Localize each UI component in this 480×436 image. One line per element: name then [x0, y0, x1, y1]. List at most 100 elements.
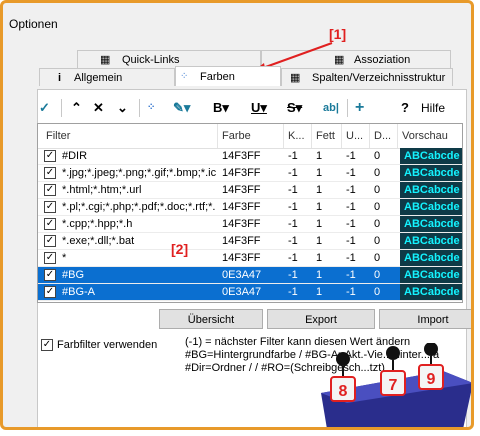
cell-strike: 0: [374, 235, 381, 247]
mascot-number: 9: [427, 371, 436, 388]
col-color[interactable]: Farbe: [218, 124, 284, 148]
row-checkbox[interactable]: ✓: [44, 235, 56, 247]
annotation-2: [2]: [171, 241, 189, 257]
cell-filter: #BG-A: [62, 286, 96, 298]
quick-links-icon: ▦: [100, 54, 111, 66]
cell-underline: -1: [346, 235, 356, 247]
cell-italic: -1: [288, 218, 298, 230]
cell-bold: 1: [316, 201, 323, 213]
strikethrough-icon[interactable]: S▾: [287, 97, 302, 119]
cell-color: 14F3FF: [222, 218, 261, 230]
cell-color: 14F3FF: [222, 235, 261, 247]
cell-color: 14F3FF: [222, 184, 261, 196]
delete-icon[interactable]: ✕: [93, 97, 104, 119]
table-row[interactable]: ✓ *.html;*.htm;*.url 14F3FF -1 1 -1 0 ABCabcde: [38, 182, 462, 199]
table-row[interactable]: ✓ #BG-A 0E3A47 -1 1 -1 0 ABCabcde: [38, 284, 462, 301]
col-italic[interactable]: K...: [284, 124, 312, 148]
table-row[interactable]: ✓ * 14F3FF -1 1 -1 0 ABCabcde: [38, 250, 462, 267]
help-button[interactable]: Hilfe: [421, 97, 445, 119]
cell-color: 14F3FF: [222, 150, 261, 162]
cell-strike: 0: [374, 218, 381, 230]
use-filter-label: Farbfilter verwenden: [57, 339, 158, 351]
cell-strike: 0: [374, 286, 381, 298]
cell-filter: #DIR: [62, 150, 88, 162]
cell-preview: ABCabcde: [400, 165, 462, 181]
mascot-number: 8: [339, 383, 348, 400]
table-row[interactable]: ✓ *.cpp;*.hpp;*.h 14F3FF -1 1 -1 0 ABCabcde: [38, 216, 462, 233]
options-window: Optionen ▦ Quick-Links ▦ Assoziation i A…: [0, 0, 474, 430]
toolbar-separator: [347, 99, 348, 117]
color-pen-icon[interactable]: ✎▾: [173, 97, 190, 119]
move-up-icon[interactable]: ⌃: [71, 97, 82, 119]
window-title: Optionen: [9, 17, 58, 31]
tab-label: Assoziation: [354, 54, 411, 66]
cell-filter: *.html;*.htm;*.url: [62, 184, 142, 196]
move-down-icon[interactable]: ⌄: [117, 97, 128, 119]
cell-preview: ABCabcde: [400, 182, 462, 198]
cell-underline: -1: [346, 269, 356, 281]
underline-icon[interactable]: U▾: [251, 97, 267, 119]
palette-icon[interactable]: ⁘: [147, 97, 155, 119]
col-preview[interactable]: Vorschau: [398, 124, 462, 148]
col-underline[interactable]: U...: [342, 124, 370, 148]
cell-strike: 0: [374, 201, 381, 213]
cell-italic: -1: [288, 286, 298, 298]
cell-preview: ABCabcde: [400, 148, 462, 164]
export-button[interactable]: Export: [267, 309, 375, 329]
col-bold[interactable]: Fett: [312, 124, 342, 148]
row-checkbox[interactable]: ✓: [44, 252, 56, 264]
bold-icon[interactable]: B▾: [213, 97, 229, 119]
cell-italic: -1: [288, 184, 298, 196]
cell-bold: 1: [316, 150, 323, 162]
cell-underline: -1: [346, 184, 356, 196]
import-button[interactable]: Import: [379, 309, 471, 329]
use-filter-checkbox[interactable]: ✓: [41, 339, 53, 351]
table-row[interactable]: ✓ #BG 0E3A47 -1 1 -1 0 ABCabcde: [38, 267, 462, 284]
table-row[interactable]: ✓ *.pl;*.cgi;*.php;*.pdf;*.doc;*.rtf;*...…: [38, 199, 462, 216]
tab-label: Farben: [200, 71, 235, 83]
help-icon[interactable]: ?: [401, 97, 409, 119]
info-icon: i: [58, 72, 62, 84]
table-row[interactable]: ✓ *.jpg;*.jpeg;*.png;*.gif;*.bmp;*.ico 14F…: [38, 165, 462, 182]
tab-general[interactable]: i Allgemein: [39, 68, 175, 86]
row-checkbox[interactable]: ✓: [44, 201, 56, 213]
col-filter[interactable]: Filter: [38, 124, 218, 148]
filter-table: Filter Farbe K... Fett U... D... Vorscha…: [37, 123, 463, 303]
cell-underline: -1: [346, 167, 356, 179]
mascot-number: 7: [389, 377, 398, 394]
cell-filter: *.cpp;*.hpp;*.h: [62, 218, 133, 230]
cell-underline: -1: [346, 286, 356, 298]
colors-icon: ⁘: [180, 71, 189, 82]
cell-filter: *: [62, 252, 67, 264]
row-checkbox[interactable]: ✓: [44, 184, 56, 196]
cell-italic: -1: [288, 150, 298, 162]
cell-underline: -1: [346, 150, 356, 162]
cell-bold: 1: [316, 252, 323, 264]
row-checkbox[interactable]: ✓: [44, 286, 56, 298]
cell-color: 14F3FF: [222, 252, 261, 264]
cell-underline: -1: [346, 201, 356, 213]
cell-italic: -1: [288, 269, 298, 281]
overview-button[interactable]: Übersicht: [159, 309, 263, 329]
text-color-icon[interactable]: ab|: [323, 97, 339, 119]
cell-filter: #BG: [62, 269, 85, 281]
cell-preview: ABCabcde: [400, 233, 462, 249]
row-checkbox[interactable]: ✓: [44, 269, 56, 281]
table-row[interactable]: ✓ *.exe;*.dll;*.bat 14F3FF -1 1 -1 0 ABCabcde: [38, 233, 462, 250]
cell-strike: 0: [374, 184, 381, 196]
row-checkbox[interactable]: ✓: [44, 167, 56, 179]
cell-filter: *.jpg;*.jpeg;*.png;*.gif;*.bmp;*.ico: [62, 167, 216, 179]
row-checkbox[interactable]: ✓: [44, 150, 56, 162]
cell-filter: *.exe;*.dll;*.bat: [62, 235, 135, 247]
add-icon[interactable]: +: [355, 97, 364, 119]
table-row[interactable]: ✓ #DIR 14F3FF -1 1 -1 0 ABCabcde: [38, 148, 462, 165]
tab-label: Quick-Links: [122, 54, 180, 66]
cell-underline: -1: [346, 218, 356, 230]
tab-colors[interactable]: ⁘ Farben: [175, 66, 281, 86]
toolbar: ✓ ⌃ ✕ ⌄ ⁘ ✎▾ B▾ U▾ S▾ ab| + ? Hilfe: [37, 95, 467, 121]
mascot-figures-illustration: 8 7 9: [321, 343, 471, 427]
cell-color: 14F3FF: [222, 201, 261, 213]
check-icon[interactable]: ✓: [39, 97, 50, 119]
row-checkbox[interactable]: ✓: [44, 218, 56, 230]
col-strike[interactable]: D...: [370, 124, 398, 148]
